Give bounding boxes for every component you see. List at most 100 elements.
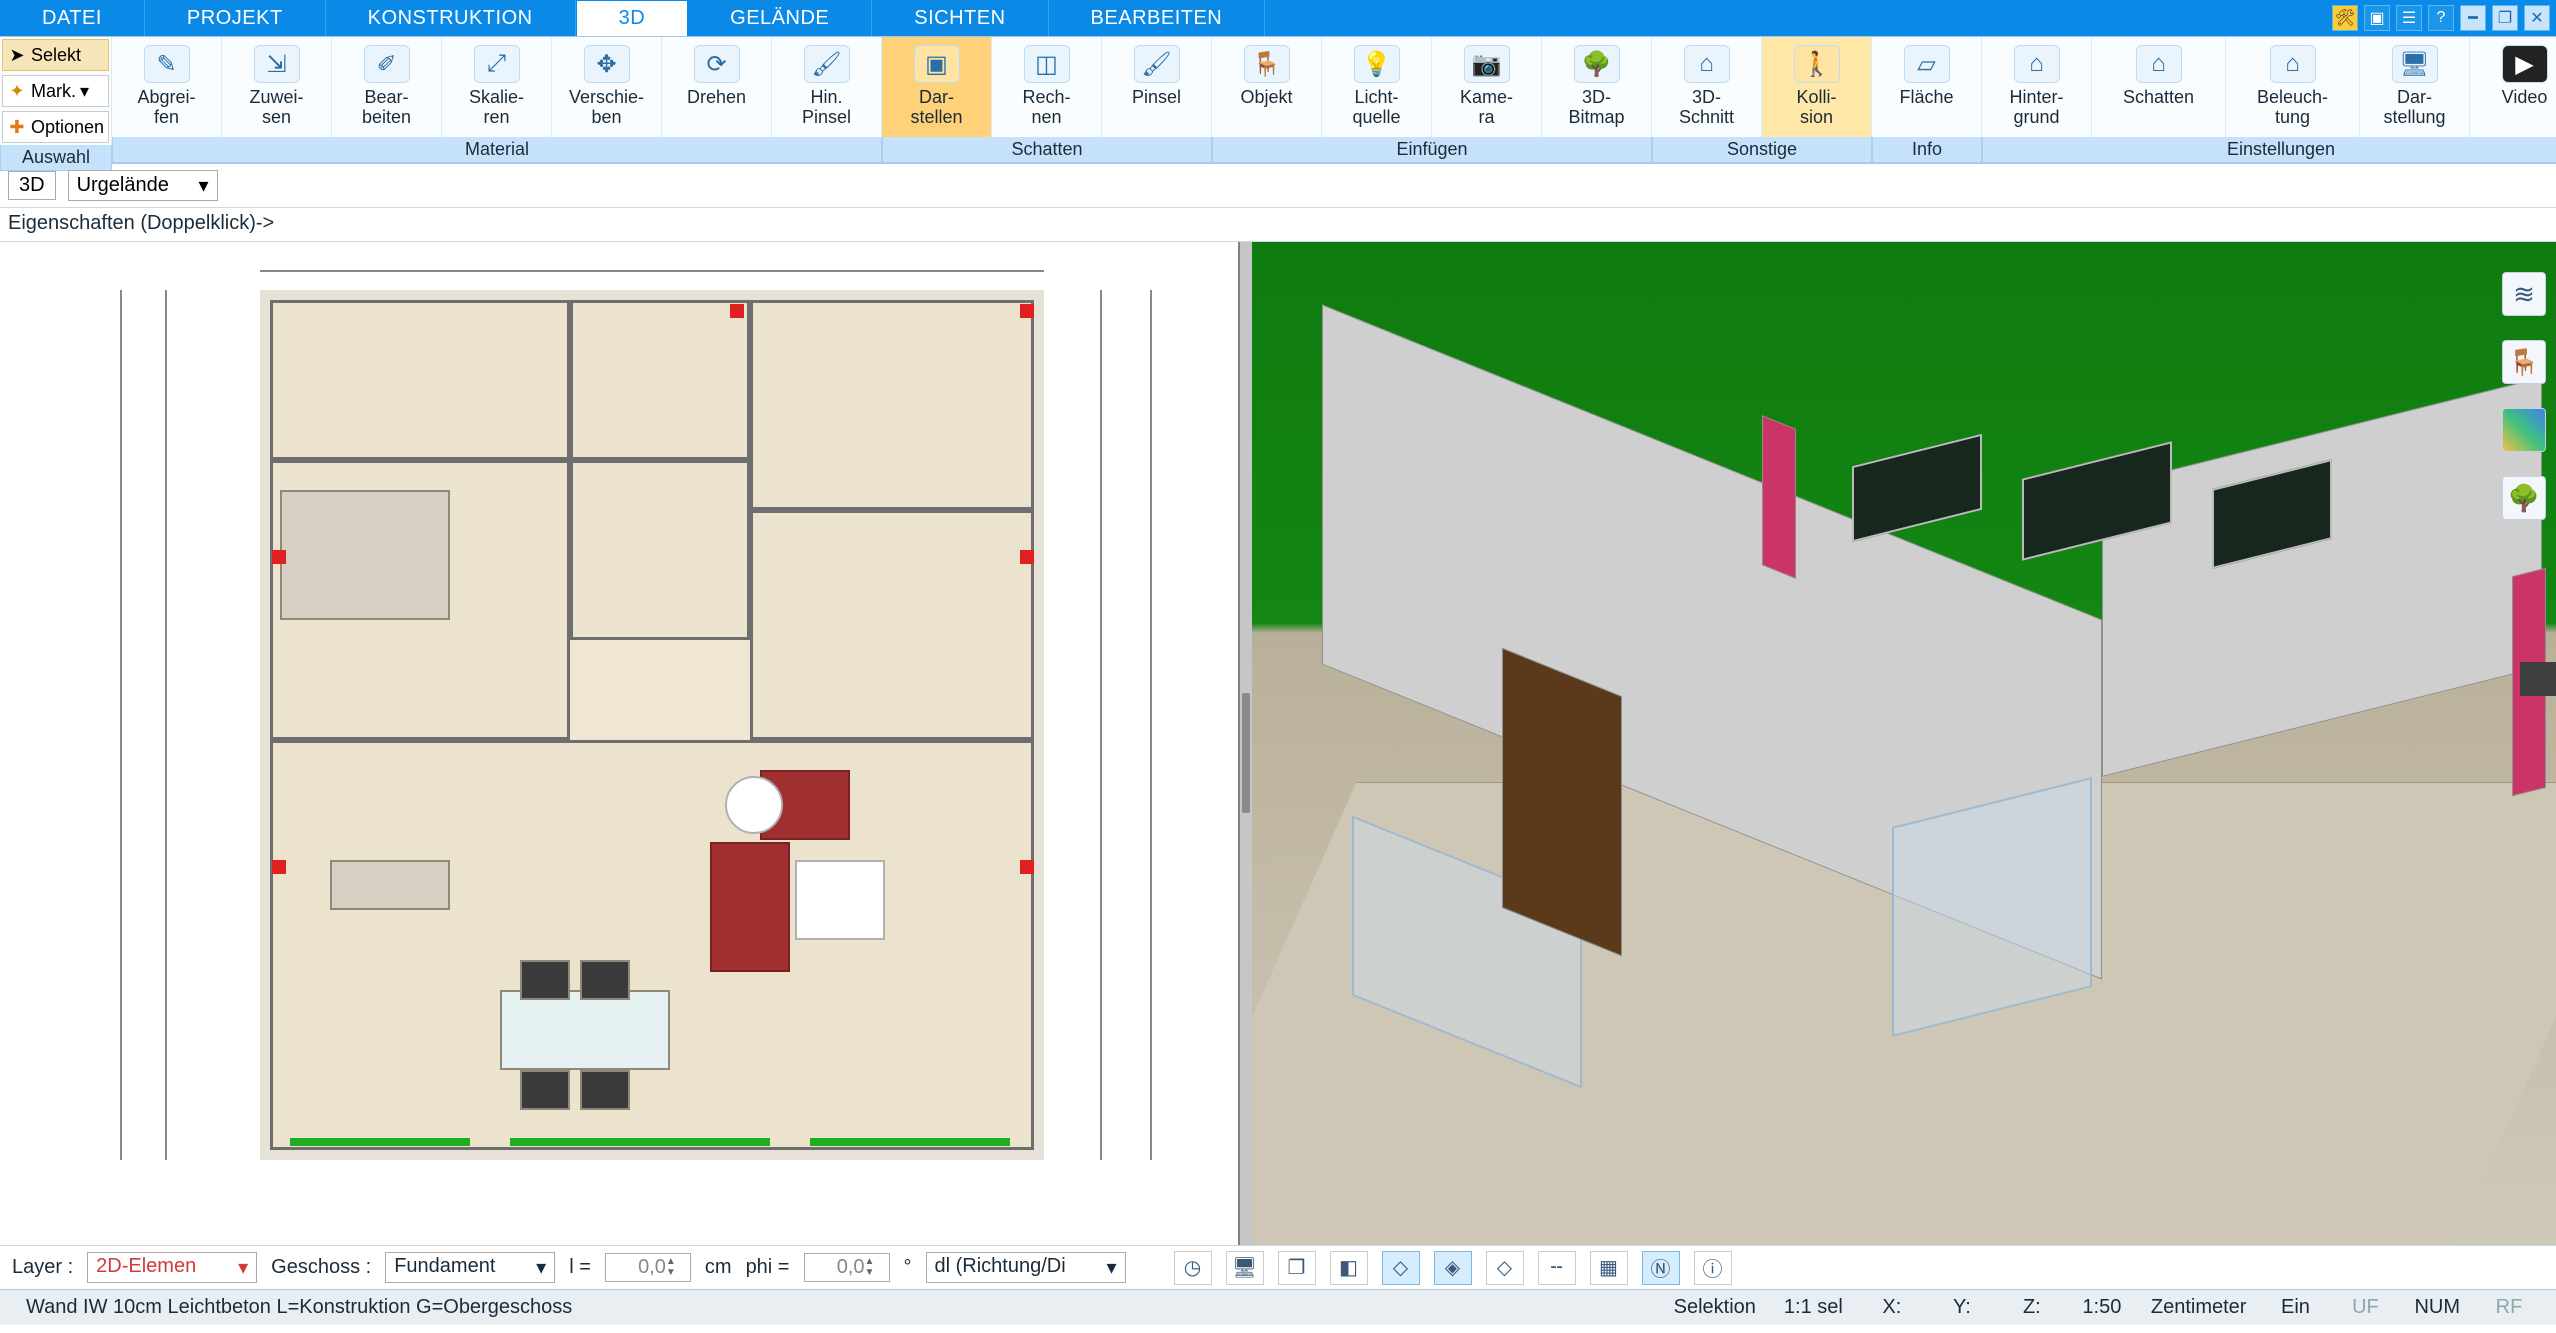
group-label-info: Info xyxy=(1872,137,1982,163)
stack-icon[interactable]: ☰ xyxy=(2396,5,2422,31)
eyedropper-icon: ✎ xyxy=(144,45,190,83)
btn-darstellen[interactable]: ▣ Dar- stellen xyxy=(882,37,992,137)
viewmode-badge[interactable]: 3D xyxy=(8,171,56,200)
side-panel-handle[interactable] xyxy=(2520,662,2556,696)
btn-darstellung[interactable]: 🖥 Dar- stellung xyxy=(2360,37,2470,137)
btn-hintergrund[interactable]: ⌂ Hinter- grund xyxy=(1982,37,2092,137)
bulb-icon: 💡 xyxy=(1354,45,1400,83)
geschoss-dropdown-value: Fundament xyxy=(394,1255,495,1280)
chevron-down-icon: ▾ xyxy=(80,81,89,102)
tab-datei[interactable]: DATEI xyxy=(0,0,145,36)
pane-splitter[interactable] xyxy=(1240,242,1252,1245)
tab-gelaende[interactable]: GELÄNDE xyxy=(688,0,872,36)
btn-hinpinsel-label: Hin. Pinsel xyxy=(802,87,851,127)
tool-grid-icon[interactable]: ▦ xyxy=(1590,1251,1628,1285)
btn-schatten[interactable]: ⌂ Schatten xyxy=(2092,37,2226,137)
btn-rechnen[interactable]: ◫ Rech- nen xyxy=(992,37,1102,137)
mark-button[interactable]: ✦ Mark. ▾ xyxy=(2,75,109,107)
display-icon: 🖥 xyxy=(2392,45,2438,83)
layers-icon[interactable]: ≋ xyxy=(2502,272,2546,316)
status-num: NUM xyxy=(2400,1296,2474,1319)
tab-konstruktion[interactable]: KONSTRUKTION xyxy=(326,0,576,36)
terrain-dropdown[interactable]: Urgelände ▾ xyxy=(68,170,218,201)
floor-plan[interactable] xyxy=(260,290,1044,1160)
minimize-icon[interactable]: ━ xyxy=(2460,5,2486,31)
help-icon[interactable]: ? xyxy=(2428,5,2454,31)
panel-icon[interactable]: ▣ xyxy=(2364,5,2390,31)
btn-abgreifen[interactable]: ✎ Abgrei- fen xyxy=(112,37,222,137)
tool-north-icon[interactable]: Ⓝ xyxy=(1642,1251,1680,1285)
btn-pinsel-label: Pinsel xyxy=(1132,87,1181,107)
length-unit: cm xyxy=(705,1256,732,1279)
tool-screen-icon[interactable]: 🖥 xyxy=(1226,1251,1264,1285)
btn-hinpinsel[interactable]: 🖌 Hin. Pinsel xyxy=(772,37,882,137)
group-label-einfuegen: Einfügen xyxy=(1212,137,1652,163)
tree-icon: 🌳 xyxy=(1574,45,1620,83)
group-sonstige: ⌂ 3D- Schnitt 🚶 Kolli- sion Sonstige xyxy=(1652,37,1872,163)
tool-snap1-icon[interactable]: ◇ xyxy=(1382,1251,1420,1285)
properties-hint-bar[interactable]: Eigenschaften (Doppelklick)-> xyxy=(0,208,2556,242)
btn-pinsel[interactable]: 🖌 Pinsel xyxy=(1102,37,1212,137)
length-field[interactable] xyxy=(610,1256,666,1279)
btn-bearbeiten[interactable]: ✐ Bear- beiten xyxy=(332,37,442,137)
btn-video[interactable]: ▶ Video xyxy=(2470,37,2556,137)
dl-dropdown[interactable]: dl (Richtung/Di▾ xyxy=(926,1252,1126,1283)
btn-skalieren-label: Skalie- ren xyxy=(469,87,524,127)
layer-dropdown[interactable]: 2D-Elemen▾ xyxy=(87,1252,257,1283)
btn-drehen[interactable]: ⟳ Drehen xyxy=(662,37,772,137)
tool-clock-icon[interactable]: ◷ xyxy=(1174,1251,1212,1285)
btn-zuweisen[interactable]: ⇲ Zuwei- sen xyxy=(222,37,332,137)
rotate-icon: ⟳ xyxy=(694,45,740,83)
menu-tab-bar: DATEI PROJEKT KONSTRUKTION 3D GELÄNDE SI… xyxy=(0,0,2556,36)
tab-sichten[interactable]: SICHTEN xyxy=(872,0,1048,36)
layer-label: Layer : xyxy=(12,1256,73,1279)
palette-icon[interactable] xyxy=(2502,408,2546,452)
phi-field[interactable] xyxy=(809,1256,865,1279)
section-icon: ⌂ xyxy=(1684,45,1730,83)
select-button[interactable]: ➤ Selekt xyxy=(2,39,109,71)
close-icon[interactable]: ✕ xyxy=(2524,5,2550,31)
status-uf: UF xyxy=(2330,1296,2400,1319)
tool-snap3-icon[interactable]: ◇ xyxy=(1486,1251,1524,1285)
tool-dash-icon[interactable]: ╌ xyxy=(1538,1251,1576,1285)
btn-3dbitmap[interactable]: 🌳 3D- Bitmap xyxy=(1542,37,1652,137)
btn-kamera[interactable]: 📷 Kame- ra xyxy=(1432,37,1542,137)
btn-3dschnitt[interactable]: ⌂ 3D- Schnitt xyxy=(1652,37,1762,137)
length-label: l = xyxy=(569,1256,591,1279)
btn-flaeche[interactable]: ▱ Fläche xyxy=(1872,37,1982,137)
options-button[interactable]: ✚ Optionen xyxy=(2,111,109,143)
tab-projekt[interactable]: PROJEKT xyxy=(145,0,326,36)
restore-icon[interactable]: ❐ xyxy=(2492,5,2518,31)
btn-verschieben[interactable]: ✥ Verschie- ben xyxy=(552,37,662,137)
tool-cubes-icon[interactable]: ❐ xyxy=(1278,1251,1316,1285)
viewport-2d[interactable] xyxy=(0,242,1240,1245)
btn-objekt-label: Objekt xyxy=(1240,87,1292,107)
btn-schatten-label: Schatten xyxy=(2123,87,2194,107)
tab-3d[interactable]: 3D xyxy=(576,0,689,36)
context-bar: 3D Urgelände ▾ xyxy=(0,164,2556,208)
tool-info-icon[interactable]: ⓘ xyxy=(1694,1251,1732,1285)
btn-skalieren[interactable]: ⤢ Skalie- ren xyxy=(442,37,552,137)
group-label-sonstige: Sonstige xyxy=(1652,137,1872,163)
tree-tool-icon[interactable]: 🌳 xyxy=(2502,476,2546,520)
chair-tool-icon[interactable]: 🪑 xyxy=(2502,340,2546,384)
tool-layers-icon[interactable]: ◧ xyxy=(1330,1251,1368,1285)
group-label-material: Material xyxy=(112,137,882,163)
btn-kollision[interactable]: 🚶 Kolli- sion xyxy=(1762,37,1872,137)
length-input[interactable]: ▲▼ xyxy=(605,1253,691,1282)
btn-beleuchtung[interactable]: ⌂ Beleuch- tung xyxy=(2226,37,2360,137)
tab-bearbeiten[interactable]: BEARBEITEN xyxy=(1049,0,1266,36)
btn-lichtquelle[interactable]: 💡 Licht- quelle xyxy=(1322,37,1432,137)
btn-verschieben-label: Verschie- ben xyxy=(569,87,644,127)
phi-input[interactable]: ▲▼ xyxy=(804,1253,890,1282)
tool-snap2-icon[interactable]: ◈ xyxy=(1434,1251,1472,1285)
options-label: Optionen xyxy=(31,117,104,138)
tools-icon[interactable]: 🛠 xyxy=(2332,5,2358,31)
btn-objekt[interactable]: 🪑 Objekt xyxy=(1212,37,1322,137)
mark-icon: ✦ xyxy=(7,81,27,102)
layer-dropdown-value: 2D-Elemen xyxy=(96,1255,196,1280)
background-icon: ⌂ xyxy=(2014,45,2060,83)
viewport-3d[interactable]: ≋ 🪑 🌳 xyxy=(1252,242,2556,1245)
status-ratio: 1:1 sel xyxy=(1770,1296,1857,1319)
geschoss-dropdown[interactable]: Fundament▾ xyxy=(385,1252,555,1283)
